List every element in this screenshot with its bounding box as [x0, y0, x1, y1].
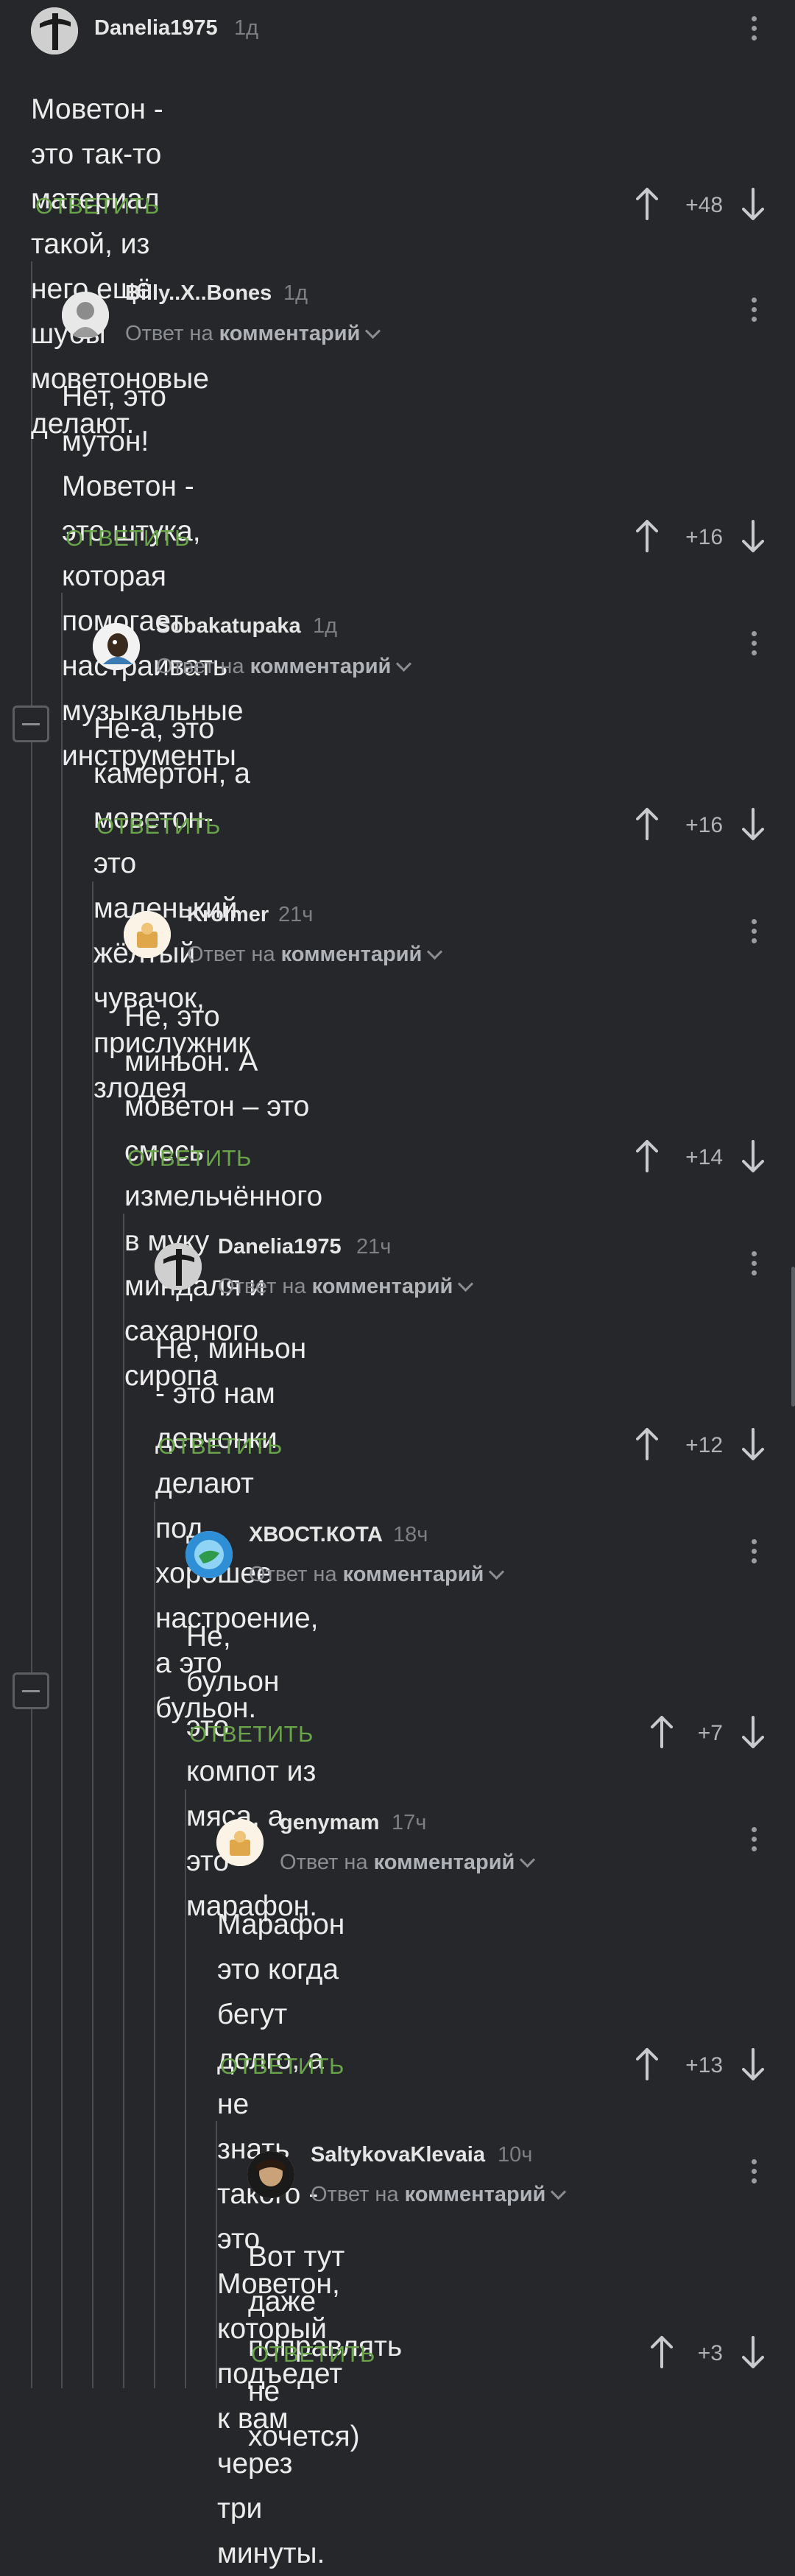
- reply-to-link[interactable]: Ответ на комментарий: [249, 1563, 505, 1587]
- timestamp: 10ч: [498, 2143, 533, 2167]
- thread-line-1: [31, 261, 32, 2388]
- chevron-down-icon: [427, 943, 443, 960]
- collapse-thread-button[interactable]: [13, 705, 49, 742]
- timestamp: 1д: [313, 614, 338, 638]
- comment-text: Не, бульон это компот из мяса, а это мара…: [186, 1621, 318, 1922]
- timestamp: 1д: [283, 281, 308, 305]
- avatar[interactable]: [155, 1243, 202, 1290]
- rating-value: +13: [685, 2053, 723, 2077]
- reply-to-link[interactable]: Ответ на комментарий: [125, 322, 381, 346]
- reply-button[interactable]: ОТВЕТИТЬ: [220, 2053, 344, 2080]
- avatar[interactable]: [216, 1819, 264, 1866]
- username[interactable]: Danelia1975: [94, 16, 218, 41]
- downvote-icon[interactable]: [741, 1714, 766, 1750]
- reply-to-link[interactable]: Ответ на комментарий: [218, 1275, 474, 1299]
- upvote-icon[interactable]: [635, 518, 660, 554]
- avatar[interactable]: [62, 292, 109, 339]
- username[interactable]: Sobakatupaka: [156, 614, 301, 638]
- more-options-icon[interactable]: [752, 1827, 759, 1856]
- upvote-icon[interactable]: [635, 1426, 660, 1462]
- more-options-icon[interactable]: [752, 631, 759, 660]
- upvote-icon[interactable]: [635, 186, 660, 222]
- downvote-icon[interactable]: [741, 186, 766, 222]
- chevron-down-icon: [551, 2183, 567, 2200]
- reply-to-link[interactable]: Ответ на комментарий: [156, 655, 412, 679]
- avatar[interactable]: [93, 623, 140, 670]
- rating-value: +16: [685, 813, 723, 837]
- more-options-icon[interactable]: [752, 16, 759, 45]
- username[interactable]: ХВОСТ.КОТА: [249, 1523, 383, 1547]
- reply-button[interactable]: ОТВЕТИТЬ: [66, 525, 190, 552]
- avatar[interactable]: [31, 7, 78, 54]
- chevron-down-icon: [520, 1851, 536, 1868]
- rating-value: +48: [685, 193, 723, 217]
- timestamp: 21ч: [356, 1235, 392, 1259]
- chevron-down-icon: [365, 323, 381, 339]
- timestamp: 18ч: [393, 1523, 428, 1546]
- rating-value: +16: [685, 525, 723, 549]
- chevron-down-icon: [489, 1563, 505, 1580]
- avatar[interactable]: [124, 911, 171, 958]
- rating-value: +14: [685, 1145, 723, 1169]
- more-options-icon[interactable]: [752, 1251, 759, 1280]
- reply-button[interactable]: ОТВЕТИТЬ: [189, 1721, 314, 1748]
- username[interactable]: Danelia1975: [218, 1235, 342, 1259]
- timestamp: 17ч: [392, 1811, 427, 1834]
- timestamp: 21ч: [278, 903, 314, 926]
- collapse-thread-button[interactable]: [13, 1672, 49, 1709]
- username[interactable]: genymam: [280, 1811, 379, 1835]
- avatar[interactable]: [186, 1531, 233, 1578]
- username[interactable]: Krolmer: [187, 903, 269, 927]
- rating-value: +12: [685, 1433, 723, 1457]
- upvote-icon[interactable]: [635, 806, 660, 842]
- reply-button[interactable]: ОТВЕТИТЬ: [35, 193, 160, 219]
- downvote-icon[interactable]: [741, 2334, 766, 2370]
- username[interactable]: SaltykovaKlevaia: [311, 2143, 485, 2167]
- thread-line-2: [61, 593, 63, 2388]
- chevron-down-icon: [396, 655, 412, 672]
- timestamp: 1д: [234, 16, 259, 40]
- chevron-down-icon: [458, 1275, 474, 1292]
- reply-button[interactable]: ОТВЕТИТЬ: [96, 813, 221, 840]
- downvote-icon[interactable]: [741, 1426, 766, 1462]
- reply-to-link[interactable]: Ответ на комментарий: [187, 943, 443, 967]
- scrollbar[interactable]: [791, 1267, 795, 1407]
- reply-button[interactable]: ОТВЕТИТЬ: [158, 1433, 283, 1460]
- downvote-icon[interactable]: [741, 806, 766, 842]
- username[interactable]: Billy..X..Bones: [125, 281, 272, 306]
- upvote-icon[interactable]: [635, 1139, 660, 1174]
- reply-button[interactable]: ОТВЕТИТЬ: [251, 2341, 375, 2368]
- avatar[interactable]: [247, 2151, 294, 2198]
- downvote-icon[interactable]: [741, 1139, 766, 1174]
- reply-to-link[interactable]: Ответ на комментарий: [311, 2183, 567, 2207]
- reply-to-link[interactable]: Ответ на комментарий: [280, 1851, 536, 1875]
- reply-button[interactable]: ОТВЕТИТЬ: [127, 1145, 252, 1172]
- rating-value: +7: [697, 1721, 723, 1745]
- more-options-icon[interactable]: [752, 919, 759, 948]
- downvote-icon[interactable]: [741, 518, 766, 554]
- rating-value: +3: [697, 2341, 723, 2365]
- downvote-icon[interactable]: [741, 2047, 766, 2082]
- upvote-icon[interactable]: [635, 2047, 660, 2082]
- more-options-icon[interactable]: [752, 298, 759, 326]
- more-options-icon[interactable]: [752, 2159, 759, 2188]
- more-options-icon[interactable]: [752, 1539, 759, 1568]
